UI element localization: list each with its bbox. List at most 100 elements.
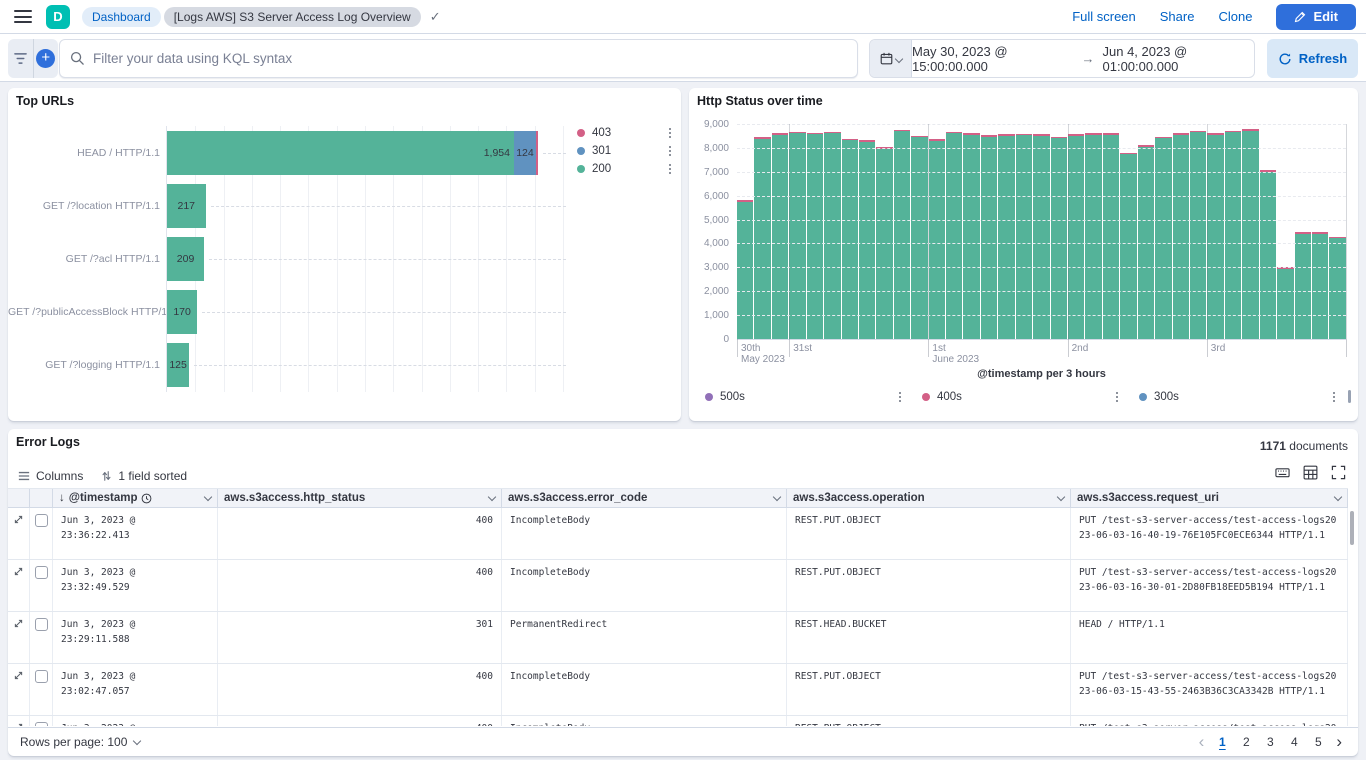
bar-24[interactable]	[1155, 137, 1171, 339]
page-button-5[interactable]: 5	[1308, 732, 1328, 752]
row-checkbox[interactable]	[35, 514, 48, 527]
legend-actions-icon[interactable]	[665, 146, 675, 157]
chevron-down-icon[interactable]	[773, 492, 781, 500]
page-button-1[interactable]: 1	[1212, 732, 1232, 752]
legend-item-300s[interactable]: 300s	[1139, 388, 1356, 406]
share-link[interactable]: Share	[1160, 9, 1195, 24]
bar-25[interactable]	[1173, 133, 1189, 339]
bar-9[interactable]	[894, 130, 910, 339]
bar-27[interactable]	[1207, 133, 1223, 339]
page-button-3[interactable]: 3	[1260, 732, 1280, 752]
chevron-down-icon[interactable]	[1057, 492, 1065, 500]
bar-2[interactable]	[772, 133, 788, 339]
kql-search-input[interactable]	[93, 51, 847, 66]
bar-12[interactable]	[946, 132, 962, 339]
legend-item-400s[interactable]: 400s	[922, 388, 1139, 406]
breadcrumb-current[interactable]: [Logs AWS] S3 Server Access Log Overview	[164, 7, 421, 27]
breadcrumb-dashboard[interactable]: Dashboard	[82, 7, 161, 27]
fullscreen-icon[interactable]	[1331, 465, 1346, 480]
expand-row-icon[interactable]	[13, 514, 24, 559]
bar-34[interactable]	[1329, 237, 1345, 339]
clone-link[interactable]: Clone	[1218, 9, 1252, 24]
legend-actions-icon[interactable]	[665, 164, 675, 175]
bar-3[interactable]	[789, 132, 805, 339]
date-from[interactable]: May 30, 2023 @ 15:00:00.000	[912, 44, 1074, 74]
legend-actions-icon[interactable]	[1329, 392, 1339, 403]
display-density-icon[interactable]	[1303, 465, 1318, 480]
chevron-down-icon[interactable]	[488, 492, 496, 500]
expand-row-icon[interactable]	[13, 722, 24, 726]
bar-33[interactable]	[1312, 232, 1328, 339]
bar-13[interactable]	[963, 133, 979, 339]
bar-6[interactable]	[842, 139, 858, 339]
column-header-aws.s3access.request_uri[interactable]: aws.s3access.request_uri	[1071, 489, 1348, 507]
previous-page-button[interactable]: ‹	[1195, 733, 1209, 751]
chevron-down-icon[interactable]	[204, 492, 212, 500]
page-button-4[interactable]: 4	[1284, 732, 1304, 752]
bar-20[interactable]	[1085, 133, 1101, 339]
bar-29[interactable]	[1242, 129, 1258, 339]
bar-26[interactable]	[1190, 131, 1206, 339]
columns-button[interactable]: Columns	[18, 469, 83, 483]
bar-segment-200[interactable]: 170	[167, 290, 197, 334]
column-header-@timestamp[interactable]: ↓@timestamp	[53, 489, 218, 507]
sort-fields-button[interactable]: 1 field sorted	[101, 469, 187, 483]
bar-17[interactable]	[1033, 134, 1049, 339]
row-checkbox[interactable]	[35, 566, 48, 579]
bar-18[interactable]	[1051, 137, 1067, 339]
date-picker-menu-button[interactable]	[870, 40, 912, 77]
bar-segment-200[interactable]: 1,954	[167, 131, 514, 175]
bar-31[interactable]	[1277, 267, 1293, 339]
column-header-aws.s3access.operation[interactable]: aws.s3access.operation	[787, 489, 1071, 507]
bar-1[interactable]	[754, 137, 770, 339]
bar-10[interactable]	[911, 136, 927, 339]
bar-11[interactable]	[929, 139, 945, 339]
chevron-down-icon[interactable]	[1334, 492, 1342, 500]
bar-segment-301[interactable]: 124	[514, 131, 536, 175]
menu-icon[interactable]	[14, 10, 32, 23]
bar-15[interactable]	[998, 134, 1014, 339]
legend-actions-icon[interactable]	[895, 392, 905, 403]
column-header-aws.s3access.error_code[interactable]: aws.s3access.error_code	[502, 489, 787, 507]
bar-23[interactable]	[1138, 145, 1154, 339]
bar-22[interactable]	[1120, 153, 1136, 339]
legend-item-500s[interactable]: 500s	[705, 388, 922, 406]
page-button-2[interactable]: 2	[1236, 732, 1256, 752]
date-to[interactable]: Jun 4, 2023 @ 01:00:00.000	[1103, 44, 1255, 74]
bar-7[interactable]	[859, 140, 875, 339]
row-checkbox[interactable]	[35, 722, 48, 726]
filter-funnel-button[interactable]	[8, 39, 33, 78]
row-checkbox[interactable]	[35, 670, 48, 683]
refresh-button[interactable]: Refresh	[1267, 39, 1358, 78]
full-screen-link[interactable]: Full screen	[1072, 9, 1136, 24]
legend-actions-icon[interactable]	[665, 128, 675, 139]
edit-button[interactable]: Edit	[1276, 4, 1356, 30]
date-range-text[interactable]: May 30, 2023 @ 15:00:00.000 → Jun 4, 202…	[912, 44, 1254, 74]
legend-actions-icon[interactable]	[1112, 392, 1122, 403]
bar-segment-200[interactable]: 125	[167, 343, 189, 387]
bar-segment-200[interactable]: 217	[167, 184, 206, 228]
column-header-aws.s3access.http_status[interactable]: aws.s3access.http_status	[218, 489, 502, 507]
expand-row-icon[interactable]	[13, 618, 24, 663]
bar-28[interactable]	[1225, 131, 1241, 339]
bar-segment-200[interactable]: 209	[167, 237, 204, 281]
add-filter-button[interactable]: +	[33, 39, 59, 78]
bar-segment-403[interactable]	[536, 131, 538, 175]
expand-row-icon[interactable]	[13, 670, 24, 715]
bar-32[interactable]	[1295, 232, 1311, 339]
bar-4[interactable]	[807, 133, 823, 339]
next-page-button[interactable]: ›	[1332, 733, 1346, 751]
bar-16[interactable]	[1016, 134, 1032, 339]
bar-14[interactable]	[981, 135, 997, 339]
legend-scrollbar[interactable]	[1348, 390, 1351, 403]
bar-5[interactable]	[824, 132, 840, 339]
grid-scrollbar[interactable]	[1350, 511, 1354, 545]
bar-21[interactable]	[1103, 133, 1119, 339]
legend-item-200[interactable]: 200	[577, 160, 675, 178]
bar-19[interactable]	[1068, 134, 1084, 339]
rows-per-page-button[interactable]: Rows per page: 100	[20, 735, 140, 749]
space-avatar[interactable]: D	[46, 5, 70, 29]
legend-item-301[interactable]: 301	[577, 142, 675, 160]
row-checkbox[interactable]	[35, 618, 48, 631]
expand-row-icon[interactable]	[13, 566, 24, 611]
